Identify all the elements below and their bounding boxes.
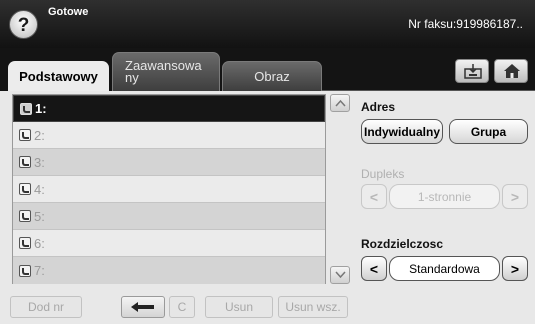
- tab-advanced-label-line2: ny: [125, 70, 139, 85]
- list-item[interactable]: 2:: [13, 122, 325, 149]
- scroll-down-button[interactable]: [330, 266, 350, 284]
- home-button[interactable]: [494, 59, 528, 83]
- machine-status: Gotowe: [48, 6, 89, 18]
- add-number-button[interactable]: Dod nr: [10, 296, 82, 318]
- tray-button[interactable]: [455, 59, 489, 83]
- delete-all-button[interactable]: Usun wsz.: [278, 296, 348, 318]
- phone-book-icon: [20, 102, 32, 115]
- list-item[interactable]: 6:: [13, 230, 325, 257]
- main-panel: 1: 2: 3: 4: 5: 6: 7: Dod nr C Usun Usun …: [0, 91, 535, 324]
- back-arrow-icon: [131, 302, 154, 312]
- list-item[interactable]: 1:: [13, 95, 325, 122]
- phone-book-icon: [19, 210, 31, 222]
- individual-button[interactable]: Indywidualny: [361, 119, 443, 144]
- list-item-label: 6:: [34, 235, 45, 251]
- list-item-label: 1:: [35, 101, 47, 116]
- group-button[interactable]: Grupa: [449, 119, 528, 144]
- duplex-prev-button[interactable]: <: [361, 184, 387, 209]
- scroll-up-button[interactable]: [330, 94, 350, 112]
- help-button[interactable]: ?: [9, 10, 38, 39]
- list-item-label: 4:: [34, 181, 45, 197]
- tab-image[interactable]: Obraz: [222, 61, 322, 91]
- resolution-label: Rozdzielczosc: [361, 237, 444, 251]
- duplex-next-button[interactable]: >: [502, 184, 528, 209]
- resolution-value: Standardowa: [389, 256, 500, 281]
- duplex-selector: < 1-stronnie >: [361, 184, 528, 209]
- tab-bar: Podstawowy Zaawansowa ny Obraz: [0, 48, 535, 92]
- tray-icon: [464, 64, 482, 79]
- resolution-selector: < Standardowa >: [361, 256, 528, 281]
- address-label: Adres: [361, 100, 396, 114]
- phone-book-icon: [19, 264, 31, 277]
- chevron-down-icon: [335, 271, 346, 279]
- list-item[interactable]: 4:: [13, 176, 325, 203]
- list-item[interactable]: 5:: [13, 203, 325, 230]
- phone-book-icon: [19, 129, 31, 141]
- tab-advanced[interactable]: Zaawansowa ny: [112, 52, 220, 91]
- number-list: 1: 2: 3: 4: 5: 6: 7:: [12, 94, 326, 284]
- tab-basic[interactable]: Podstawowy: [8, 61, 109, 92]
- list-item-label: 2:: [34, 127, 45, 143]
- duplex-label: Dupleks: [361, 167, 405, 181]
- list-item-label: 5:: [34, 208, 45, 224]
- home-icon: [504, 64, 520, 78]
- phone-book-icon: [19, 237, 31, 249]
- resolution-prev-button[interactable]: <: [361, 256, 387, 281]
- list-item[interactable]: 7:: [13, 257, 325, 284]
- list-item-label: 3:: [34, 154, 45, 170]
- clear-button[interactable]: C: [169, 296, 195, 318]
- duplex-value: 1-stronnie: [389, 184, 500, 209]
- chevron-up-icon: [335, 99, 346, 107]
- phone-book-icon: [19, 156, 31, 168]
- backspace-button[interactable]: [121, 296, 165, 318]
- fax-number: Nr faksu:919986187..: [408, 17, 523, 31]
- status-bar: ? Gotowe Nr faksu:919986187..: [0, 0, 535, 48]
- list-item[interactable]: 3:: [13, 149, 325, 176]
- resolution-next-button[interactable]: >: [502, 256, 528, 281]
- delete-button[interactable]: Usun: [205, 296, 273, 318]
- phone-book-icon: [19, 183, 31, 195]
- list-item-label: 7:: [34, 263, 45, 278]
